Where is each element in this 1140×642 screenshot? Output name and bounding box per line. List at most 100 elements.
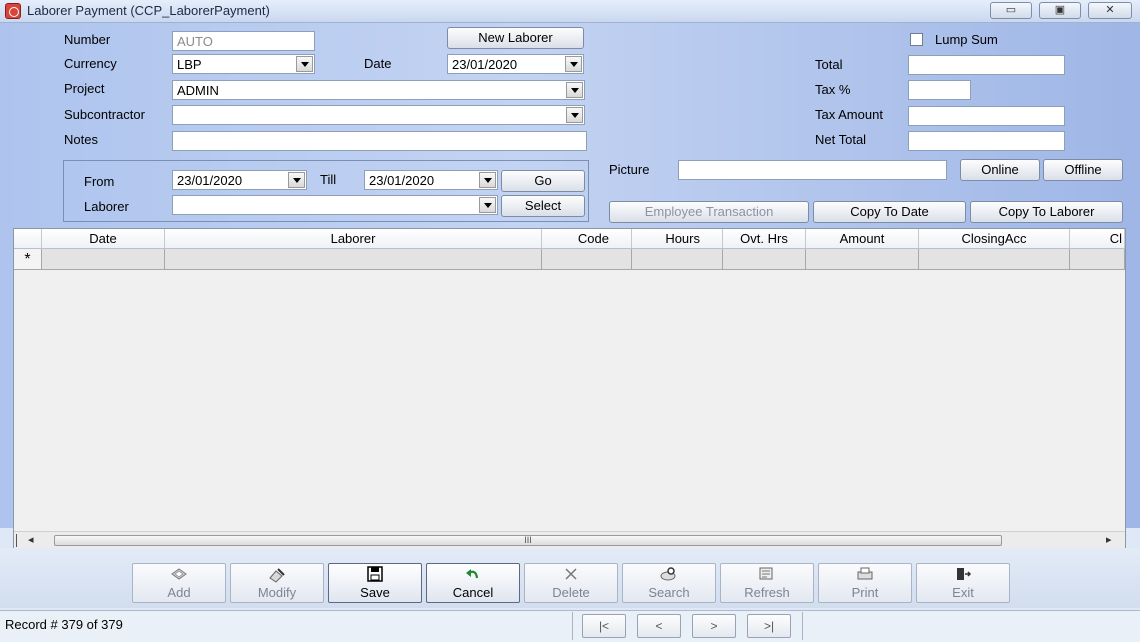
search-icon: [623, 566, 715, 585]
select-button[interactable]: Select: [501, 195, 585, 217]
cancel-button[interactable]: Cancel: [426, 563, 520, 603]
online-button[interactable]: Online: [960, 159, 1040, 181]
scroll-right-icon[interactable]: ▸: [1106, 533, 1112, 546]
refresh-label: Refresh: [744, 585, 790, 600]
chevron-down-icon[interactable]: [479, 197, 496, 213]
nav-last-button[interactable]: >|: [747, 614, 791, 638]
till-date-picker[interactable]: 23/01/2020: [364, 170, 498, 190]
status-divider: [572, 612, 573, 640]
till-label: Till: [320, 172, 337, 187]
printer-icon: [819, 566, 911, 585]
picture-field[interactable]: [678, 160, 947, 180]
modify-icon: [231, 566, 323, 585]
chevron-down-icon[interactable]: [566, 107, 583, 123]
project-select[interactable]: ADMIN: [172, 80, 585, 100]
chevron-down-icon[interactable]: [565, 56, 582, 72]
column-header-laborer[interactable]: Laborer: [165, 229, 542, 249]
data-grid[interactable]: Date Laborer Code Hours Ovt. Hrs Amount …: [13, 228, 1126, 548]
currency-value: LBP: [177, 57, 202, 72]
go-button[interactable]: Go: [501, 170, 585, 192]
scroll-left-bar: [16, 534, 17, 547]
copy-to-laborer-button[interactable]: Copy To Laborer: [970, 201, 1123, 223]
project-value: ADMIN: [177, 83, 219, 98]
exit-door-icon: [917, 566, 1009, 585]
employee-transaction-button[interactable]: Employee Transaction: [609, 201, 809, 223]
delete-label: Delete: [552, 585, 590, 600]
save-button[interactable]: Save: [328, 563, 422, 603]
column-header-overtime-hours[interactable]: Ovt. Hrs: [723, 229, 806, 249]
tax-amount-field[interactable]: [908, 106, 1065, 126]
laborer-label: Laborer: [84, 199, 129, 214]
laborer-select[interactable]: [172, 195, 498, 215]
copy-to-date-button[interactable]: Copy To Date: [813, 201, 966, 223]
date-value: 23/01/2020: [452, 57, 518, 72]
new-row-cell-amount[interactable]: [806, 249, 919, 270]
new-row-cell-closing-acc[interactable]: [919, 249, 1070, 270]
nav-next-button[interactable]: >: [692, 614, 736, 638]
date-label: Date: [364, 56, 392, 71]
till-date-value: 23/01/2020: [369, 173, 435, 188]
search-button[interactable]: Search: [622, 563, 716, 603]
close-button[interactable]: ✕: [1088, 2, 1132, 19]
tax-percent-field[interactable]: [908, 80, 971, 100]
column-header-cl[interactable]: Cl: [1070, 229, 1125, 249]
new-row-cell-overtime[interactable]: [723, 249, 806, 270]
new-row-cell-hours[interactable]: [632, 249, 723, 270]
number-field[interactable]: AUTO: [172, 31, 315, 51]
from-date-picker[interactable]: 23/01/2020: [172, 170, 307, 190]
nav-previous-button[interactable]: <: [637, 614, 681, 638]
x-icon: [525, 566, 617, 585]
new-row-cell-code[interactable]: [542, 249, 632, 270]
picture-label: Picture: [609, 162, 650, 177]
tax-percent-label: Tax %: [815, 82, 851, 97]
lump-sum-checkbox[interactable]: [910, 33, 923, 46]
lump-sum-label: Lump Sum: [935, 32, 998, 47]
delete-button[interactable]: Delete: [524, 563, 618, 603]
column-header-amount[interactable]: Amount: [806, 229, 919, 249]
date-picker[interactable]: 23/01/2020: [447, 54, 584, 74]
column-header-closing-acc[interactable]: ClosingAcc: [919, 229, 1070, 249]
exit-button[interactable]: Exit: [916, 563, 1010, 603]
add-icon: [133, 566, 225, 585]
window-title: Laborer Payment (CCP_LaborerPayment): [27, 3, 270, 18]
from-label: From: [84, 174, 115, 189]
number-label: Number: [64, 32, 111, 47]
currency-select[interactable]: LBP: [172, 54, 315, 74]
scroll-left-icon[interactable]: ◂: [28, 533, 34, 546]
minimize-button[interactable]: ▭: [990, 2, 1032, 19]
add-button[interactable]: Add: [132, 563, 226, 603]
subcontractor-select[interactable]: [172, 105, 585, 125]
chevron-down-icon[interactable]: [566, 82, 583, 98]
app-icon: [5, 3, 21, 19]
column-header-hours[interactable]: Hours: [632, 229, 723, 249]
refresh-button[interactable]: Refresh: [720, 563, 814, 603]
new-row-cell-cl[interactable]: [1070, 249, 1125, 270]
undo-arrow-icon: [427, 566, 519, 585]
chevron-down-icon[interactable]: [288, 172, 305, 188]
print-button[interactable]: Print: [818, 563, 912, 603]
chevron-down-icon[interactable]: [296, 56, 313, 72]
subcontractor-label: Subcontractor: [64, 107, 145, 122]
new-row-marker: *: [14, 249, 42, 270]
new-row-cell-date[interactable]: [42, 249, 165, 270]
total-field[interactable]: [908, 55, 1065, 75]
total-label: Total: [815, 57, 843, 72]
tax-amount-label: Tax Amount: [815, 107, 883, 122]
new-laborer-button[interactable]: New Laborer: [447, 27, 584, 49]
horizontal-scrollbar[interactable]: ◂ III ▸: [14, 531, 1125, 548]
modify-button[interactable]: Modify: [230, 563, 324, 603]
nav-first-button[interactable]: |<: [582, 614, 626, 638]
net-total-label: Net Total: [815, 132, 867, 147]
new-row-cell-laborer[interactable]: [165, 249, 542, 270]
maximize-button[interactable]: ▣: [1039, 2, 1081, 19]
notes-field[interactable]: [172, 131, 587, 151]
net-total-field[interactable]: [908, 131, 1065, 151]
column-header-date[interactable]: Date: [42, 229, 165, 249]
column-header-code[interactable]: Code: [542, 229, 632, 249]
scroll-thumb[interactable]: III: [54, 535, 1002, 546]
search-label: Search: [648, 585, 690, 600]
project-label: Project: [64, 81, 105, 96]
offline-button[interactable]: Offline: [1043, 159, 1123, 181]
chevron-down-icon[interactable]: [479, 172, 496, 188]
print-label: Print: [851, 585, 879, 600]
